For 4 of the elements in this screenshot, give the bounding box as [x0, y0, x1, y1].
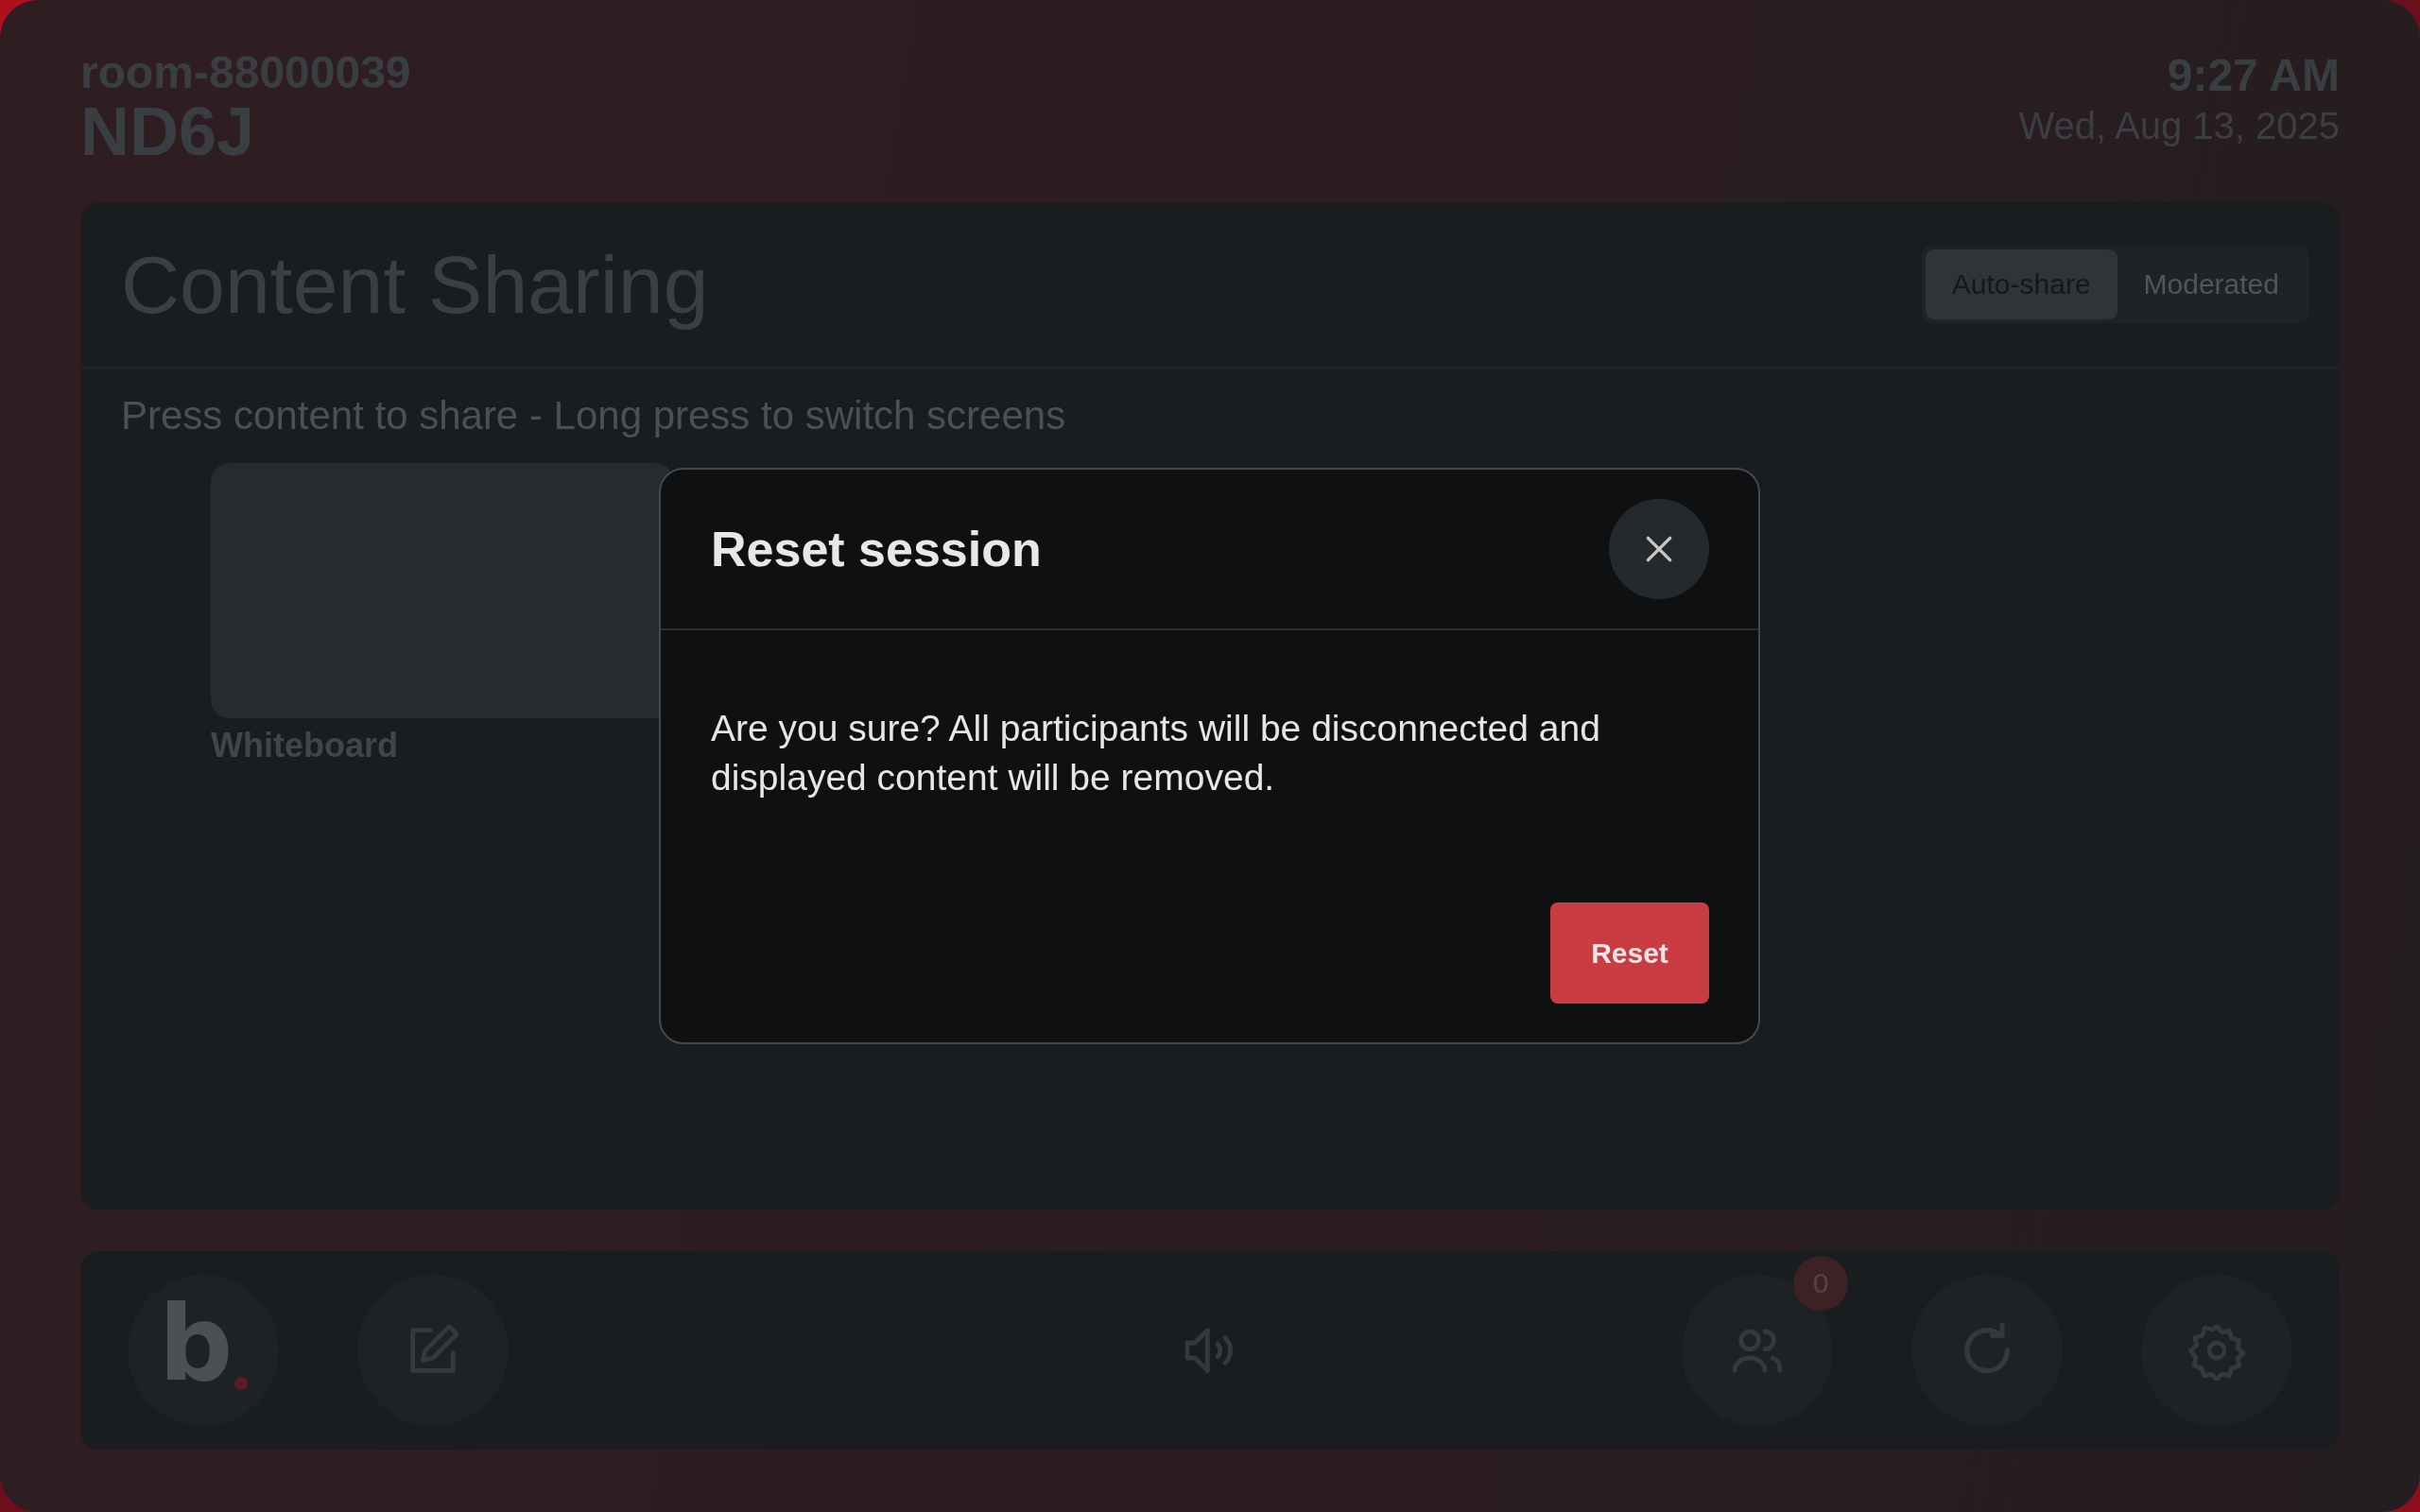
dialog-title: Reset session	[711, 521, 1042, 577]
dot-icon	[234, 1377, 249, 1390]
reset-button[interactable]: Reset	[1550, 902, 1709, 1004]
dialog-message: Are you sure? All participants will be disconnected and displayed content will be removed.	[711, 707, 1601, 799]
